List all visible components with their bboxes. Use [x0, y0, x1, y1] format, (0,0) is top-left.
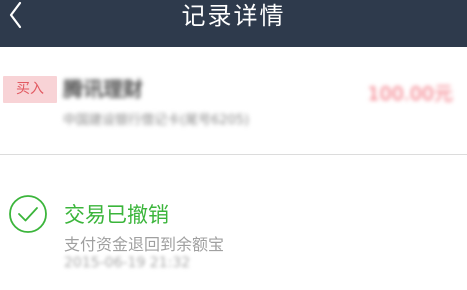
status-description: 支付资金退回到余额宝: [64, 235, 225, 254]
nav-bar: 记录详情: [0, 0, 467, 47]
transaction-type-badge: 买入: [3, 76, 57, 103]
status-title: 交易已撤销: [64, 203, 169, 227]
transaction-amount: 100.00元: [367, 83, 453, 105]
status-section: 交易已撤销 支付资金退回到余额宝 2015-06-19 21:32: [0, 155, 467, 290]
page-title: 记录详情: [181, 2, 286, 30]
payment-account: 中国建设银行借记卡(尾号6205): [63, 113, 250, 128]
check-circle-icon: [9, 195, 47, 233]
fund-name: 腾讯理财: [63, 77, 143, 101]
order-summary: 买入 腾讯理财 中国建设银行借记卡(尾号6205) 100.00元: [0, 47, 467, 154]
status-timestamp: 2015-06-19 21:32: [64, 255, 191, 271]
